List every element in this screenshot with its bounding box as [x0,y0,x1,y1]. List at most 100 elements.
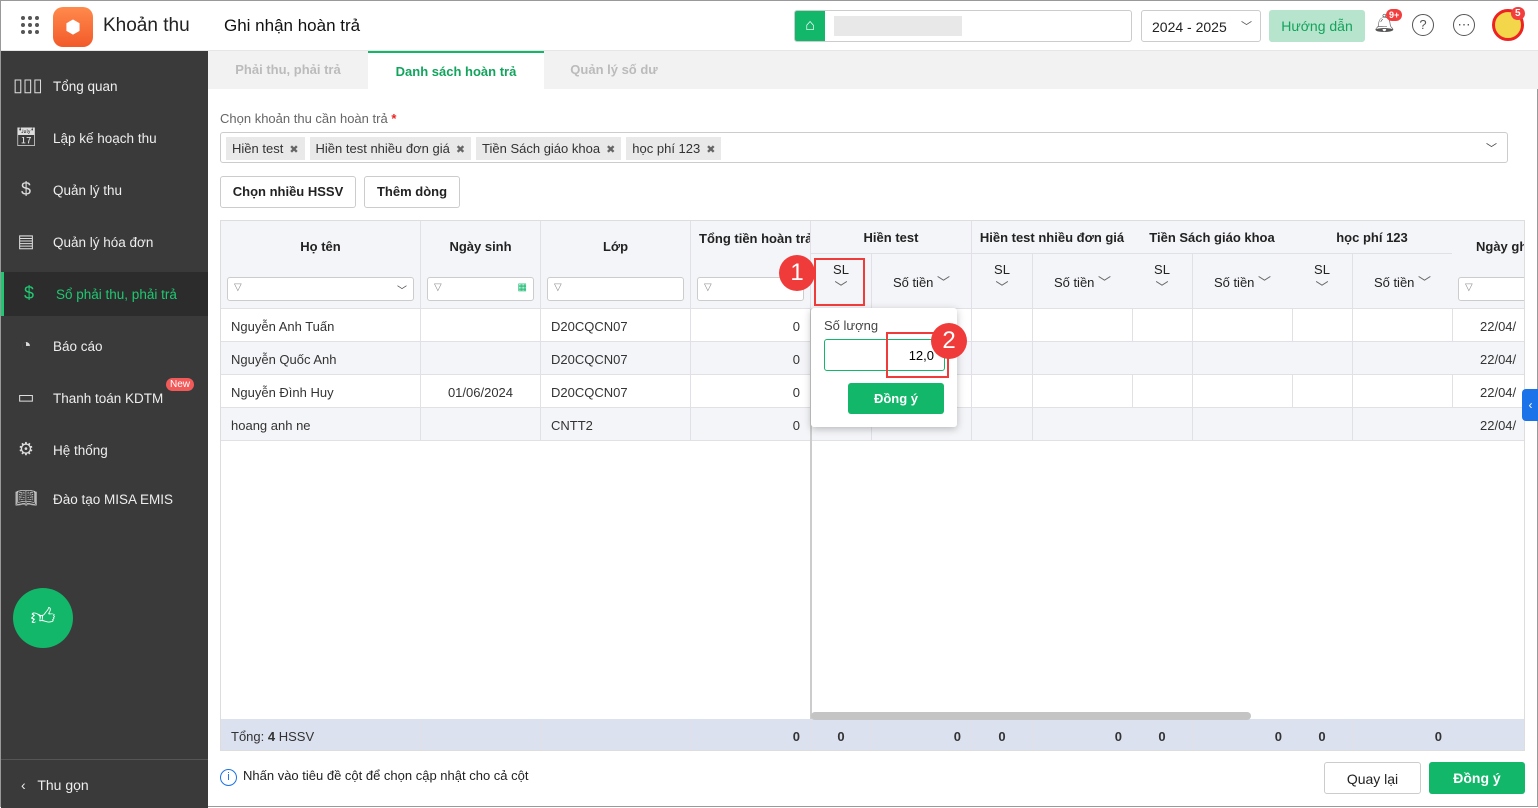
collapse-button[interactable]: ‹ Thu gọn [1,759,208,793]
sidebar-item-system[interactable]: ⚙ Hệ thống [1,428,208,472]
sl-header[interactable]: SL ﹀ [1292,254,1353,309]
cell-class[interactable]: D20CQCN07 [541,342,691,375]
guide-button[interactable]: Hướng dẫn [1269,10,1365,42]
cell-amount[interactable] [1193,342,1293,375]
cell-class[interactable]: CNTT2 [541,408,691,441]
add-row-button[interactable]: Thêm dòng [364,176,460,208]
column-header-class[interactable]: Lớp ▽ [541,221,691,309]
cell-amount[interactable] [1353,408,1453,441]
remove-tag-icon[interactable]: ✖ [456,144,465,156]
cell-amount[interactable] [1033,375,1133,408]
cell-date[interactable]: 22/04/ [1452,309,1524,342]
sidebar-item-label: Quản lý thu [53,182,123,198]
cell-sl[interactable] [972,342,1033,375]
cell-sl[interactable] [972,408,1033,441]
cell-sl[interactable] [1292,342,1353,375]
cell-class[interactable]: D20CQCN07 [541,375,691,408]
sidebar-item-overview[interactable]: ▯▯▯ Tổng quan [1,64,208,108]
horizontal-scrollbar[interactable] [811,712,1251,720]
school-selector[interactable]: ⌂ [794,10,1132,42]
tab-receivables[interactable]: Phải thu, phải trả [208,51,368,89]
sidebar-item-ledger[interactable]: $ Sổ phải thu, phải trả [1,272,208,316]
cell-dob[interactable] [421,408,541,441]
fee-multiselect[interactable]: Hiền test ✖ Hiền test nhiều đơn giá ✖ Tiền S… [220,132,1508,163]
filter-input[interactable]: ▽ ▦ [427,277,534,301]
cell-sl[interactable] [1132,408,1193,441]
group-header[interactable]: học phí 123 [1292,221,1453,254]
back-button[interactable]: Quay lại [1324,762,1421,794]
sidebar-item-plan[interactable]: 📅︎ Lập kế hoạch thu [1,116,208,160]
amount-header[interactable]: Số tiền ﹀ [1193,254,1293,309]
group-header[interactable]: Tiền Sách giáo khoa [1132,221,1293,254]
cell-sl[interactable] [1292,375,1353,408]
cell-amount[interactable] [1033,309,1133,342]
sl-header[interactable]: SL ﹀ [1132,254,1193,309]
cell-amount[interactable] [1353,342,1453,375]
amount-header[interactable]: Số tiền ﹀ [872,254,972,309]
cell-dob[interactable]: 01/06/2024 [421,375,541,408]
cell-amount[interactable] [1353,375,1453,408]
cell-amount[interactable] [1193,375,1293,408]
popup-confirm-button[interactable]: Đồng ý [848,383,944,414]
filter-input[interactable]: ▽ [547,277,684,301]
cell-sl[interactable] [1132,375,1193,408]
filter-input[interactable]: ▽ [1458,277,1524,301]
cell-date[interactable]: 22/04/ [1452,408,1524,441]
cell-sl[interactable] [972,375,1033,408]
annotation-number-1: 1 [779,255,815,291]
group-header[interactable]: Hiền test nhiều đơn giá [972,221,1133,254]
cell-amount[interactable] [1353,309,1453,342]
cell-total: 0 [691,375,811,408]
chevron-down-icon: ﹀ [937,275,951,290]
select-multiple-students-button[interactable]: Chọn nhiều HSSV [220,176,356,208]
cell-sl[interactable] [1292,309,1353,342]
cell-amount[interactable] [1033,342,1133,375]
cell-dob[interactable] [421,309,541,342]
confirm-button[interactable]: Đồng ý [1429,762,1525,794]
side-panel-toggle[interactable]: ‹ [1522,389,1538,421]
header-label: Ngày sinh [449,239,512,254]
cell-sl[interactable] [972,309,1033,342]
remove-tag-icon[interactable]: ✖ [606,144,615,156]
sidebar-item-invoice[interactable]: ▤ Quản lý hóa đơn [1,220,208,264]
sl-header[interactable]: SL ﹀ [972,254,1033,309]
cell-sl[interactable] [1132,309,1193,342]
tab-balance[interactable]: Quản lý số dư [544,51,684,89]
apps-grid-icon[interactable] [21,16,39,34]
column-header-name[interactable]: Họ tên ▽ ﹀ [221,221,421,309]
feedback-thumbs-up-icon[interactable]: 👍︎ [13,588,73,648]
amount-header[interactable]: Số tiền ﹀ [1033,254,1133,309]
more-icon[interactable]: ⋯ [1453,14,1475,36]
remove-tag-icon[interactable]: ✖ [289,144,298,156]
coin-hand-icon: $ [20,179,31,199]
chevron-down-icon[interactable]: ﹀ [1486,140,1497,156]
sidebar-item-report[interactable]: ◔ Báo cáo [1,324,208,368]
cell-total: 0 [691,342,811,375]
footer-amount: 0 [1353,719,1453,750]
cell-amount[interactable] [1193,309,1293,342]
cell-amount[interactable] [1033,408,1133,441]
cell-sl[interactable] [1292,408,1353,441]
cell-amount[interactable] [1193,408,1293,441]
cell-dob[interactable] [421,342,541,375]
sidebar-item-training[interactable]: 📖︎ Đào tạo MISA EMIS [1,477,208,521]
cell-sl[interactable] [1132,342,1193,375]
school-year-select[interactable]: 2024 - 2025 ﹀ [1141,10,1261,42]
remove-tag-icon[interactable]: ✖ [706,144,715,156]
cell-class[interactable]: D20CQCN07 [541,309,691,342]
help-icon[interactable]: ? [1412,14,1434,36]
group-header[interactable]: Hiền test [811,221,972,254]
amount-header[interactable]: Số tiền ﹀ [1353,254,1453,309]
column-header-date[interactable]: Ngày gh ▽ [1452,221,1524,309]
column-header-dob[interactable]: Ngày sinh ▽ ▦ [421,221,541,309]
cell-name: Nguyễn Đình Huy [221,375,421,408]
fee-tag: học phí 123 ✖ [626,137,722,160]
sidebar-item-payment[interactable]: ▭ Thanh toán KDTM New [1,376,208,420]
sidebar-item-collect[interactable]: $ Quản lý thu [1,168,208,212]
chevron-down-icon: ﹀ [1258,275,1272,290]
tab-refund-list[interactable]: Danh sách hoàn trả [368,51,544,89]
cell-date[interactable]: 22/04/ [1452,342,1524,375]
filter-input[interactable]: ▽ ﹀ [227,277,414,301]
document-icon: ▤ [17,231,35,251]
cell-date[interactable]: 22/04/ [1452,375,1524,408]
